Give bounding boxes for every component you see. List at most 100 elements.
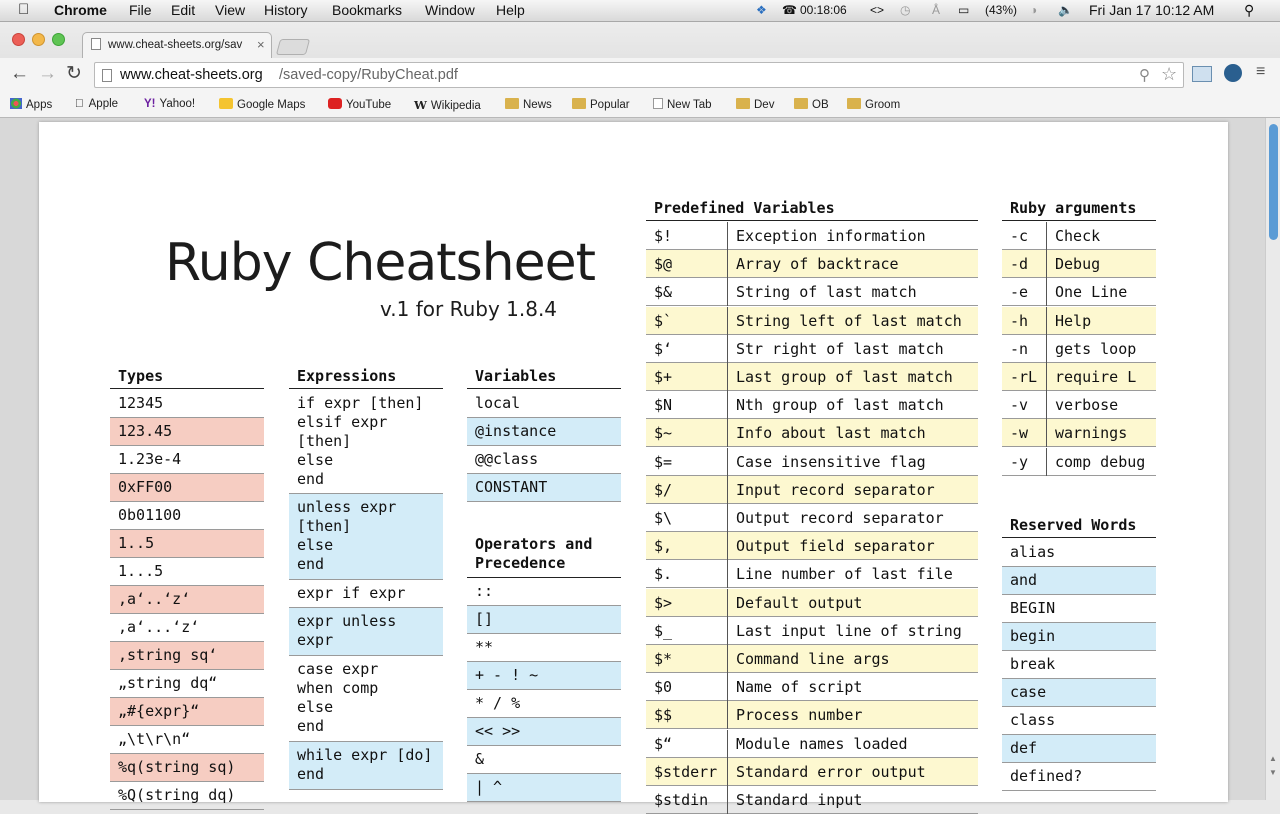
bookmark-apps[interactable]: Apps bbox=[10, 98, 52, 111]
maximize-window-button[interactable] bbox=[52, 33, 65, 46]
operators-row: ** bbox=[467, 634, 621, 662]
time-machine-icon[interactable]: ◷ bbox=[900, 3, 910, 17]
predefined-value: Nth group of last match bbox=[736, 396, 944, 415]
page-info-icon[interactable] bbox=[102, 69, 112, 82]
menu-view[interactable]: View bbox=[215, 2, 245, 18]
yahoo-icon: Y! bbox=[144, 98, 156, 110]
arguments-row: -h Help bbox=[1002, 306, 1156, 335]
expressions-row: while expr [do] end bbox=[289, 742, 443, 790]
new-tab-button[interactable] bbox=[275, 39, 311, 55]
predefined-row: $, Output field separator bbox=[646, 532, 978, 561]
close-tab-icon[interactable]: × bbox=[257, 37, 265, 52]
bookmark-folder-popular[interactable]: Popular bbox=[572, 98, 630, 111]
bookmark-label: Popular bbox=[590, 99, 630, 111]
bookmark-label: Google Maps bbox=[237, 99, 306, 111]
pdf-page: Ruby Cheatsheet v.1 for Ruby 1.8.4 Types… bbox=[39, 122, 1228, 814]
scroll-thumb[interactable] bbox=[1269, 124, 1278, 240]
bluetooth-icon[interactable]: Å bbox=[932, 3, 940, 17]
arguments-key: -rL bbox=[1002, 363, 1047, 391]
call-timer: 00:18:06 bbox=[800, 3, 847, 17]
menu-file[interactable]: File bbox=[129, 2, 152, 18]
variables-header: Variables bbox=[467, 367, 621, 389]
types-row: „\t\r\n“ bbox=[110, 726, 264, 754]
back-icon[interactable]: ← bbox=[10, 63, 29, 85]
vertical-scrollbar[interactable]: ▲ ▼ bbox=[1265, 118, 1280, 800]
clock[interactable]: Fri Jan 17 10:12 AM bbox=[1089, 2, 1214, 18]
types-row: %Q(string dq) bbox=[110, 782, 264, 810]
types-row: 1..5 bbox=[110, 530, 264, 558]
types-row: 1...5 bbox=[110, 558, 264, 586]
bookmark-folder-dev[interactable]: Dev bbox=[736, 98, 774, 111]
cast-icon[interactable] bbox=[1192, 66, 1212, 82]
pdf-viewer[interactable]: Ruby Cheatsheet v.1 for Ruby 1.8.4 Types… bbox=[0, 118, 1280, 814]
code-icon[interactable]: <> bbox=[870, 3, 884, 17]
bookmark-youtube[interactable]: YouTube bbox=[328, 98, 391, 111]
predefined-key: $stdin bbox=[646, 786, 728, 814]
dropbox-icon[interactable]: ❖ bbox=[756, 3, 767, 17]
bookmark-google-maps[interactable]: Google Maps bbox=[219, 98, 305, 111]
phone-icon[interactable]: ☎ bbox=[782, 3, 797, 17]
types-row: 12345 bbox=[110, 390, 264, 418]
predefined-value: String of last match bbox=[736, 283, 917, 302]
menu-window[interactable]: Window bbox=[425, 2, 475, 18]
bookmark-label: Apple bbox=[80, 98, 118, 110]
predefined-row: $0 Name of script bbox=[646, 673, 978, 702]
battery-icon[interactable]: ▭ bbox=[958, 3, 969, 17]
arguments-key: -d bbox=[1002, 250, 1047, 279]
expressions-row: expr if expr bbox=[289, 580, 443, 608]
predefined-row: $stderr Standard error output bbox=[646, 757, 978, 786]
macos-menubar:  Chrome File Edit View History Bookmark… bbox=[0, 0, 1280, 22]
menu-help[interactable]: Help bbox=[496, 2, 525, 18]
zoom-icon[interactable]: ⚲ bbox=[1139, 66, 1150, 84]
arguments-row: -w warnings bbox=[1002, 419, 1156, 448]
bookmark-new-tab[interactable]: New Tab bbox=[653, 98, 712, 111]
address-bar[interactable]: www.cheat-sheets.org /saved-copy/RubyChe… bbox=[94, 62, 1184, 88]
bookmark-folder-groom[interactable]: Groom bbox=[847, 98, 900, 111]
browser-tab[interactable]: www.cheat-sheets.org/sav × bbox=[82, 32, 272, 58]
minimize-window-button[interactable] bbox=[32, 33, 45, 46]
menu-bookmarks[interactable]: Bookmarks bbox=[332, 2, 402, 18]
arguments-value: gets loop bbox=[1055, 339, 1137, 358]
expressions-row: case expr when comp else end bbox=[289, 656, 443, 742]
scroll-up-icon[interactable]: ▲ bbox=[1269, 754, 1277, 763]
folder-icon bbox=[794, 98, 808, 109]
app-menu-chrome[interactable]: Chrome bbox=[54, 2, 107, 18]
forward-icon[interactable]: → bbox=[38, 63, 57, 85]
close-window-button[interactable] bbox=[12, 33, 25, 46]
predefined-key: $& bbox=[646, 278, 728, 307]
bookmark-folder-news[interactable]: News bbox=[505, 98, 552, 111]
folder-icon bbox=[505, 98, 519, 109]
types-row: 1.23e-4 bbox=[110, 446, 264, 474]
bookmark-label: Apps bbox=[26, 99, 53, 111]
page-icon bbox=[91, 38, 101, 50]
bookmark-folder-ob[interactable]: OB bbox=[794, 98, 829, 111]
bookmark-label: Dev bbox=[754, 99, 775, 111]
spotlight-icon[interactable]: ⚲ bbox=[1244, 2, 1254, 19]
predefined-value: Case insensitive flag bbox=[736, 452, 926, 471]
bookmark-star-icon[interactable]: ☆ bbox=[1161, 64, 1177, 85]
operators-row: & bbox=[467, 746, 621, 774]
arguments-key: -w bbox=[1002, 419, 1047, 448]
bookmark-wikipedia[interactable]: W Wikipedia bbox=[414, 98, 481, 112]
predefined-key: $/ bbox=[646, 475, 728, 504]
wifi-icon[interactable]: ◑ bbox=[1030, 3, 1037, 17]
bookmark-apple[interactable]: Apple bbox=[75, 98, 118, 110]
menu-history[interactable]: History bbox=[264, 2, 308, 18]
menu-icon[interactable]: ≡ bbox=[1256, 63, 1265, 81]
reload-icon[interactable]: ↻ bbox=[66, 62, 82, 85]
menu-edit[interactable]: Edit bbox=[171, 2, 195, 18]
reserved-row: and bbox=[1002, 567, 1156, 595]
volume-icon[interactable]: 🔈 bbox=[1058, 3, 1073, 17]
predefined-row: $$ Process number bbox=[646, 701, 978, 730]
scroll-down-icon[interactable]: ▼ bbox=[1269, 768, 1277, 777]
types-row: „#{expr}“ bbox=[110, 698, 264, 726]
predefined-row: $~ Info about last match bbox=[646, 419, 978, 448]
doc-title: Ruby Cheatsheet bbox=[165, 233, 596, 293]
bookmark-yahoo[interactable]: Y! Yahoo! bbox=[144, 98, 195, 110]
predefined-row: $& String of last match bbox=[646, 278, 978, 307]
profile-icon[interactable] bbox=[1224, 64, 1242, 82]
types-row: „string dq“ bbox=[110, 670, 264, 698]
predefined-key: $> bbox=[646, 588, 728, 617]
apple-menu-icon[interactable]:  bbox=[18, 1, 29, 18]
predefined-key: $= bbox=[646, 447, 728, 476]
